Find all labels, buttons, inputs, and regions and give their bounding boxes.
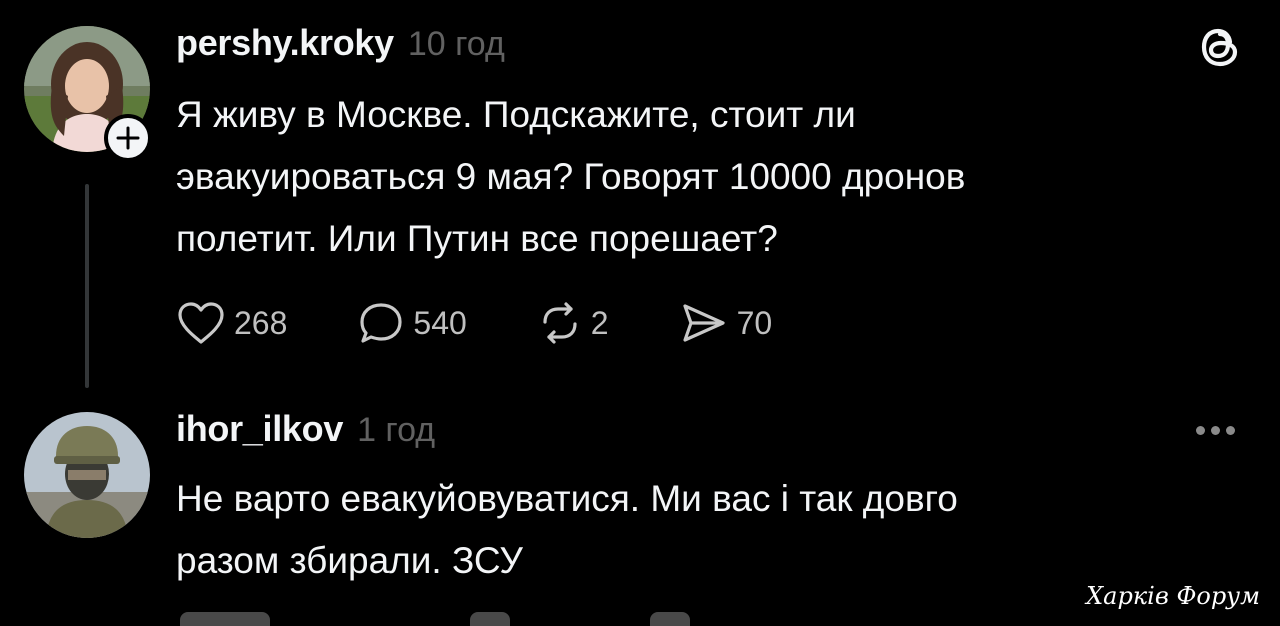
timestamp: 10 год <box>407 25 505 63</box>
comment-icon <box>360 303 402 343</box>
heart-icon <box>178 302 224 344</box>
share-icon <box>682 304 725 342</box>
thread-line <box>85 184 89 388</box>
like-count: 268 <box>234 304 288 341</box>
reply-button[interactable]: 540 <box>357 300 467 346</box>
avatar-ihor-ilkov[interactable] <box>24 412 150 538</box>
avatar-image <box>24 412 150 538</box>
repost-button[interactable]: 2 <box>537 300 609 346</box>
cutoff-element <box>180 612 270 626</box>
post-header: pershy.kroky 10 год <box>176 22 505 64</box>
post-text: Я живу в Москве. Подскажите, стоит ли эв… <box>176 84 965 270</box>
more-dots-icon[interactable] <box>1196 426 1235 435</box>
repost-icon <box>543 302 577 344</box>
post-text-line: Я живу в Москве. Подскажите, стоит ли <box>176 94 856 135</box>
cutoff-element <box>650 612 690 626</box>
threads-logo-icon[interactable] <box>1196 22 1244 77</box>
post-text-line: эвакуироваться 9 мая? Говорят 10000 дрон… <box>176 156 966 197</box>
reply-text-line: разом збирали. ЗСУ <box>176 540 523 581</box>
reply-text: Не варто евакуйовуватися. Ми вас і так д… <box>176 468 958 592</box>
share-count: 70 <box>736 304 773 341</box>
like-button[interactable]: 268 <box>176 300 287 346</box>
repost-count: 2 <box>590 304 609 341</box>
follow-button[interactable] <box>104 114 152 162</box>
reply-text-line: Не варто евакуйовуватися. Ми вас і так д… <box>176 478 958 519</box>
plus-icon <box>116 126 140 150</box>
post-pershy-kroky: pershy.kroky 10 год Я живу в Москве. Под… <box>0 0 1280 400</box>
username[interactable]: ihor_ilkov <box>176 408 343 450</box>
reply-header: ihor_ilkov 1 год <box>176 408 435 450</box>
reply-count: 540 <box>413 304 467 341</box>
post-text-line: полетит. Или Путин все порешает? <box>176 218 778 259</box>
timestamp: 1 год <box>357 411 436 449</box>
watermark: Харків Форум <box>1086 582 1260 610</box>
cutoff-element <box>470 612 510 626</box>
post-actions: 268 540 2 70 <box>176 300 812 346</box>
share-button[interactable]: 70 <box>679 300 773 346</box>
username[interactable]: pershy.kroky <box>176 22 394 64</box>
